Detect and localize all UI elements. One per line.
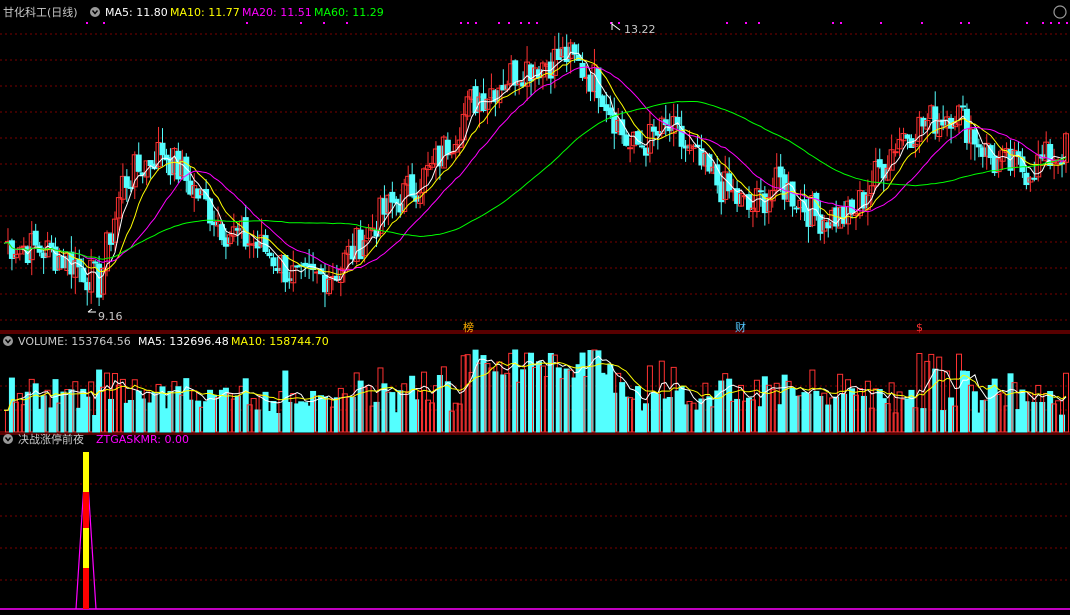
signal-dot [726, 22, 728, 24]
bang-marker[interactable]: 榜 [463, 320, 474, 334]
signal-dot [832, 22, 834, 24]
chevron-down-icon[interactable] [90, 7, 100, 17]
candle-body [726, 173, 733, 192]
indicator-spike-highlight [83, 528, 89, 568]
signal-dot [536, 22, 538, 24]
signal-dot [508, 22, 510, 24]
low-price-label: 9.16 [98, 310, 123, 323]
signal-dot [745, 22, 747, 24]
signal-dot [498, 22, 500, 24]
candle-body [650, 126, 657, 132]
candle-body [757, 190, 764, 193]
signal-dot [103, 22, 105, 24]
signal-dot [467, 22, 469, 24]
signal-dot [460, 22, 462, 24]
signal-dot [346, 22, 348, 24]
signal-dot [1042, 22, 1044, 24]
volume-bars [4, 349, 1069, 433]
signal-dot [246, 22, 248, 24]
indicator-chevron-down-icon[interactable] [3, 434, 13, 444]
signal-dot [880, 22, 882, 24]
candle-body [904, 134, 911, 139]
signal-dot [300, 22, 302, 24]
cai-marker[interactable]: 财 [735, 320, 746, 334]
candle-body [627, 147, 634, 150]
candle-body [135, 154, 142, 172]
candle-body [638, 145, 645, 148]
candle-body [32, 230, 39, 246]
candle-body [595, 67, 602, 99]
signal-dot [86, 22, 88, 24]
signal-dot [475, 22, 477, 24]
candle-body [975, 144, 982, 148]
circle-icon[interactable] [1053, 5, 1067, 19]
ma10-readout: MA10: 11.77 [170, 6, 240, 19]
indicator-spike-highlight [83, 452, 89, 492]
candles [4, 32, 1069, 308]
candle-body [892, 151, 899, 154]
low-marker: 9.16 [87, 308, 123, 323]
ma60-readout: MA60: 11.29 [314, 6, 384, 19]
candle-body [579, 62, 586, 78]
signal-dot [968, 22, 970, 24]
signal-dot [323, 22, 325, 24]
candle-body [623, 134, 630, 146]
volume-ma5-readout: MA5: 132696.48 [138, 335, 229, 348]
candle-body [409, 174, 416, 197]
signal-dot [960, 22, 962, 24]
high-price-label: 13.22 [624, 23, 656, 36]
candle-body [266, 252, 273, 257]
indicator-value: ZTGASKMR: 0.00 [96, 433, 189, 446]
ma5-readout: MA5: 11.80 [105, 6, 168, 19]
signal-dot [528, 22, 530, 24]
signal-dots [86, 22, 1068, 24]
indicator-name: 决战涨停前夜 [18, 432, 84, 446]
dollar-marker[interactable]: $ [916, 321, 923, 334]
candle-body [959, 105, 966, 108]
signal-dot [520, 22, 522, 24]
signal-dot [1050, 22, 1052, 24]
grid-lines [0, 33, 1070, 581]
indicator-panel [0, 451, 1070, 610]
volume-readout: VOLUME: 153764.56 [18, 335, 131, 348]
candle-body [971, 129, 978, 145]
signal-dot [1066, 22, 1068, 24]
candle-body [678, 125, 685, 147]
volume-ma10-readout: MA10: 158744.70 [231, 335, 329, 348]
ma20-readout: MA20: 11.51 [242, 6, 312, 19]
candle-body [123, 176, 130, 188]
signal-dot [1026, 22, 1028, 24]
chart-title: 甘化科工(日线) [3, 5, 78, 19]
ma60-line [3, 100, 1067, 260]
candle-body [849, 199, 856, 214]
signal-dot [840, 22, 842, 24]
signal-dot [618, 22, 620, 24]
signal-dot [1058, 22, 1060, 24]
ma20-line [3, 66, 1067, 271]
volume-chevron-down-icon[interactable] [3, 336, 13, 346]
candle-body [92, 261, 99, 264]
stock-chart[interactable]: 甘化科工(日线) MA5: 11.80 MA10: 11.77 MA20: 11… [0, 0, 1070, 615]
candle-body [159, 142, 166, 156]
candle-body [270, 257, 277, 267]
signal-dot [921, 22, 923, 24]
high-marker: 13.22 [611, 22, 656, 36]
candle-body [1031, 177, 1038, 180]
signal-dot [758, 22, 760, 24]
